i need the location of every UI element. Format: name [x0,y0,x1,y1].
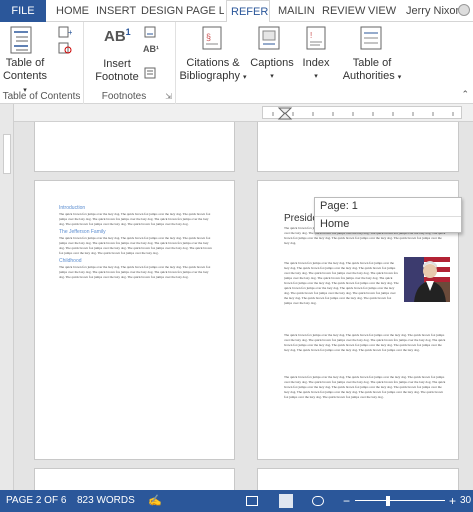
insert-endnote-icon[interactable] [144,25,156,38]
tab-insert[interactable]: INSERT [92,0,140,22]
tab-references[interactable]: REFERE [226,0,270,23]
collapse-ribbon-icon[interactable]: ⌃ [461,89,469,100]
word-count-status[interactable]: 823 WORDS [77,490,135,512]
toc-group-label: Table of Contents [2,91,81,102]
user-account[interactable]: Jerry Nixon [402,0,466,22]
page-2-paragraph-2: The quick brown fox jumps over the lazy … [59,236,212,255]
show-notes-icon[interactable] [144,66,156,79]
status-bar: PAGE 2 OF 6 823 WORDS ✍ − + 30 [0,490,473,512]
svg-text:§: § [206,32,211,42]
zoom-slider-track[interactable] [355,500,445,501]
group-table-of-contents: + Table of Contents ▾ Table of Contents [0,22,84,104]
proofing-icon[interactable]: ✍ [148,490,162,512]
user-avatar[interactable] [458,4,470,16]
insert-footnote-line2: Footnote [95,71,139,83]
group-table-of-authorities: Table of Authorities ▾ [338,22,404,104]
toc-label-line1: Table of [5,57,45,69]
page-1-thumbnail[interactable] [34,122,235,172]
footnotes-group-label: Footnotes [101,91,147,102]
next-footnote-icon[interactable]: AB¹ [143,44,159,56]
print-layout-icon[interactable] [279,494,293,508]
president-portrait-image[interactable] [404,257,450,302]
page-3-paragraph-4: The quick brown fox jumps over the lazy … [284,375,446,399]
insert-footnote-line1: Insert [103,58,131,70]
chevron-down-icon: ▾ [397,74,402,81]
web-layout-icon[interactable] [312,496,324,506]
read-mode-icon[interactable] [246,496,258,506]
group-footnotes: AB1 AB¹ Insert Footnote Footnotes ⇲ [84,22,176,104]
tab-review[interactable]: REVIEW [318,0,369,22]
group-index: ! Index ▾ [294,22,338,104]
page-2-content: Introduction The quick brown fox jumps o… [59,203,214,323]
page-2[interactable]: Introduction The quick brown fox jumps o… [34,180,235,460]
page-count-status[interactable]: PAGE 2 OF 6 [6,490,66,512]
captions-label: Captions [250,57,294,69]
citations-line1: Citations & [186,57,240,69]
add-text-icon[interactable]: + [58,25,73,38]
page-2-paragraph-1: The quick brown fox jumps over the lazy … [59,212,211,226]
citations-line2: Bibliography [179,70,240,82]
group-citations: § Citations & Bibliography ▾ [176,22,248,104]
ruler-scale [262,106,462,120]
horizontal-ruler[interactable] [0,104,473,122]
toa-line2: Authorities [342,70,395,82]
dialog-launcher-icon[interactable]: ⇲ [165,92,172,101]
page-4[interactable] [34,468,235,490]
toc-label-line2: Contents [2,70,48,82]
index-icon: ! [306,26,326,50]
captions-icon [258,26,280,50]
page-3-paragraph-3: The quick brown fox jumps over the lazy … [284,333,446,352]
citations-icon: § [202,26,222,50]
scroll-page-tooltip: Page: 1 Home [314,197,462,233]
svg-text:!: ! [310,31,312,40]
chevron-down-icon: ▾ [270,73,274,80]
page-5[interactable] [257,468,459,490]
update-table-icon[interactable] [58,41,72,54]
citations-bibliography-button[interactable]: Citations & Bibliography ▾ [178,57,248,84]
ribbon-references: + Table of Contents ▾ Table of Contents … [0,22,473,104]
document-area[interactable]: Introduction The quick brown fox jumps o… [14,122,473,490]
table-of-authorities-icon [360,26,382,50]
svg-text:+: + [68,28,72,37]
zoom-in-button[interactable]: + [449,490,456,512]
word-window: FILE HOME INSERT DESIGN PAGE L REFERE MA… [0,0,473,512]
tab-design[interactable]: DESIGN [137,0,187,22]
page-2-paragraph-3: The quick brown fox jumps over the lazy … [59,265,211,279]
chevron-down-icon: ▾ [314,73,318,80]
toa-line1: Table of [352,57,392,69]
insert-footnote-button[interactable]: Insert Footnote [94,58,140,84]
ribbon-tabs: FILE HOME INSERT DESIGN PAGE L REFERE MA… [0,0,473,23]
footnote-icon-text: AB [104,28,126,45]
zoom-out-button[interactable]: − [343,490,350,512]
table-of-contents-icon [10,26,32,54]
tab-mailings[interactable]: MAILIN [274,0,316,22]
index-label: Index [302,57,330,69]
tab-home[interactable]: HOME [52,0,93,22]
tab-view[interactable]: VIEW [364,0,400,22]
ruler-scale-vertical [3,134,11,174]
tab-file[interactable]: FILE [0,0,46,22]
page-2-heading-introduction: Introduction [59,205,86,211]
tab-page-layout[interactable]: PAGE L [182,0,224,22]
zoom-slider-thumb[interactable] [386,496,390,506]
page-2-heading-childhood: Childhood [59,258,82,264]
tooltip-section: Home [320,218,350,230]
table-of-authorities-button[interactable]: Table of Authorities ▾ [340,57,404,84]
page-2-heading-family: The Jefferson Family [59,229,106,235]
captions-button[interactable]: Captions ▾ [248,57,296,83]
footnote-icon-sup: 1 [125,27,131,37]
tooltip-page: Page: 1 [320,200,358,212]
vertical-ruler[interactable] [0,104,14,490]
insert-footnote-icon: AB1 [104,27,136,51]
page-adjacent-top[interactable] [257,122,459,172]
index-button[interactable]: Index ▾ [294,57,338,83]
page-3-paragraph-2: The quick brown fox jumps over the lazy … [284,261,399,305]
group-captions: Captions ▾ [246,22,294,104]
zoom-level[interactable]: 30 [460,490,471,512]
